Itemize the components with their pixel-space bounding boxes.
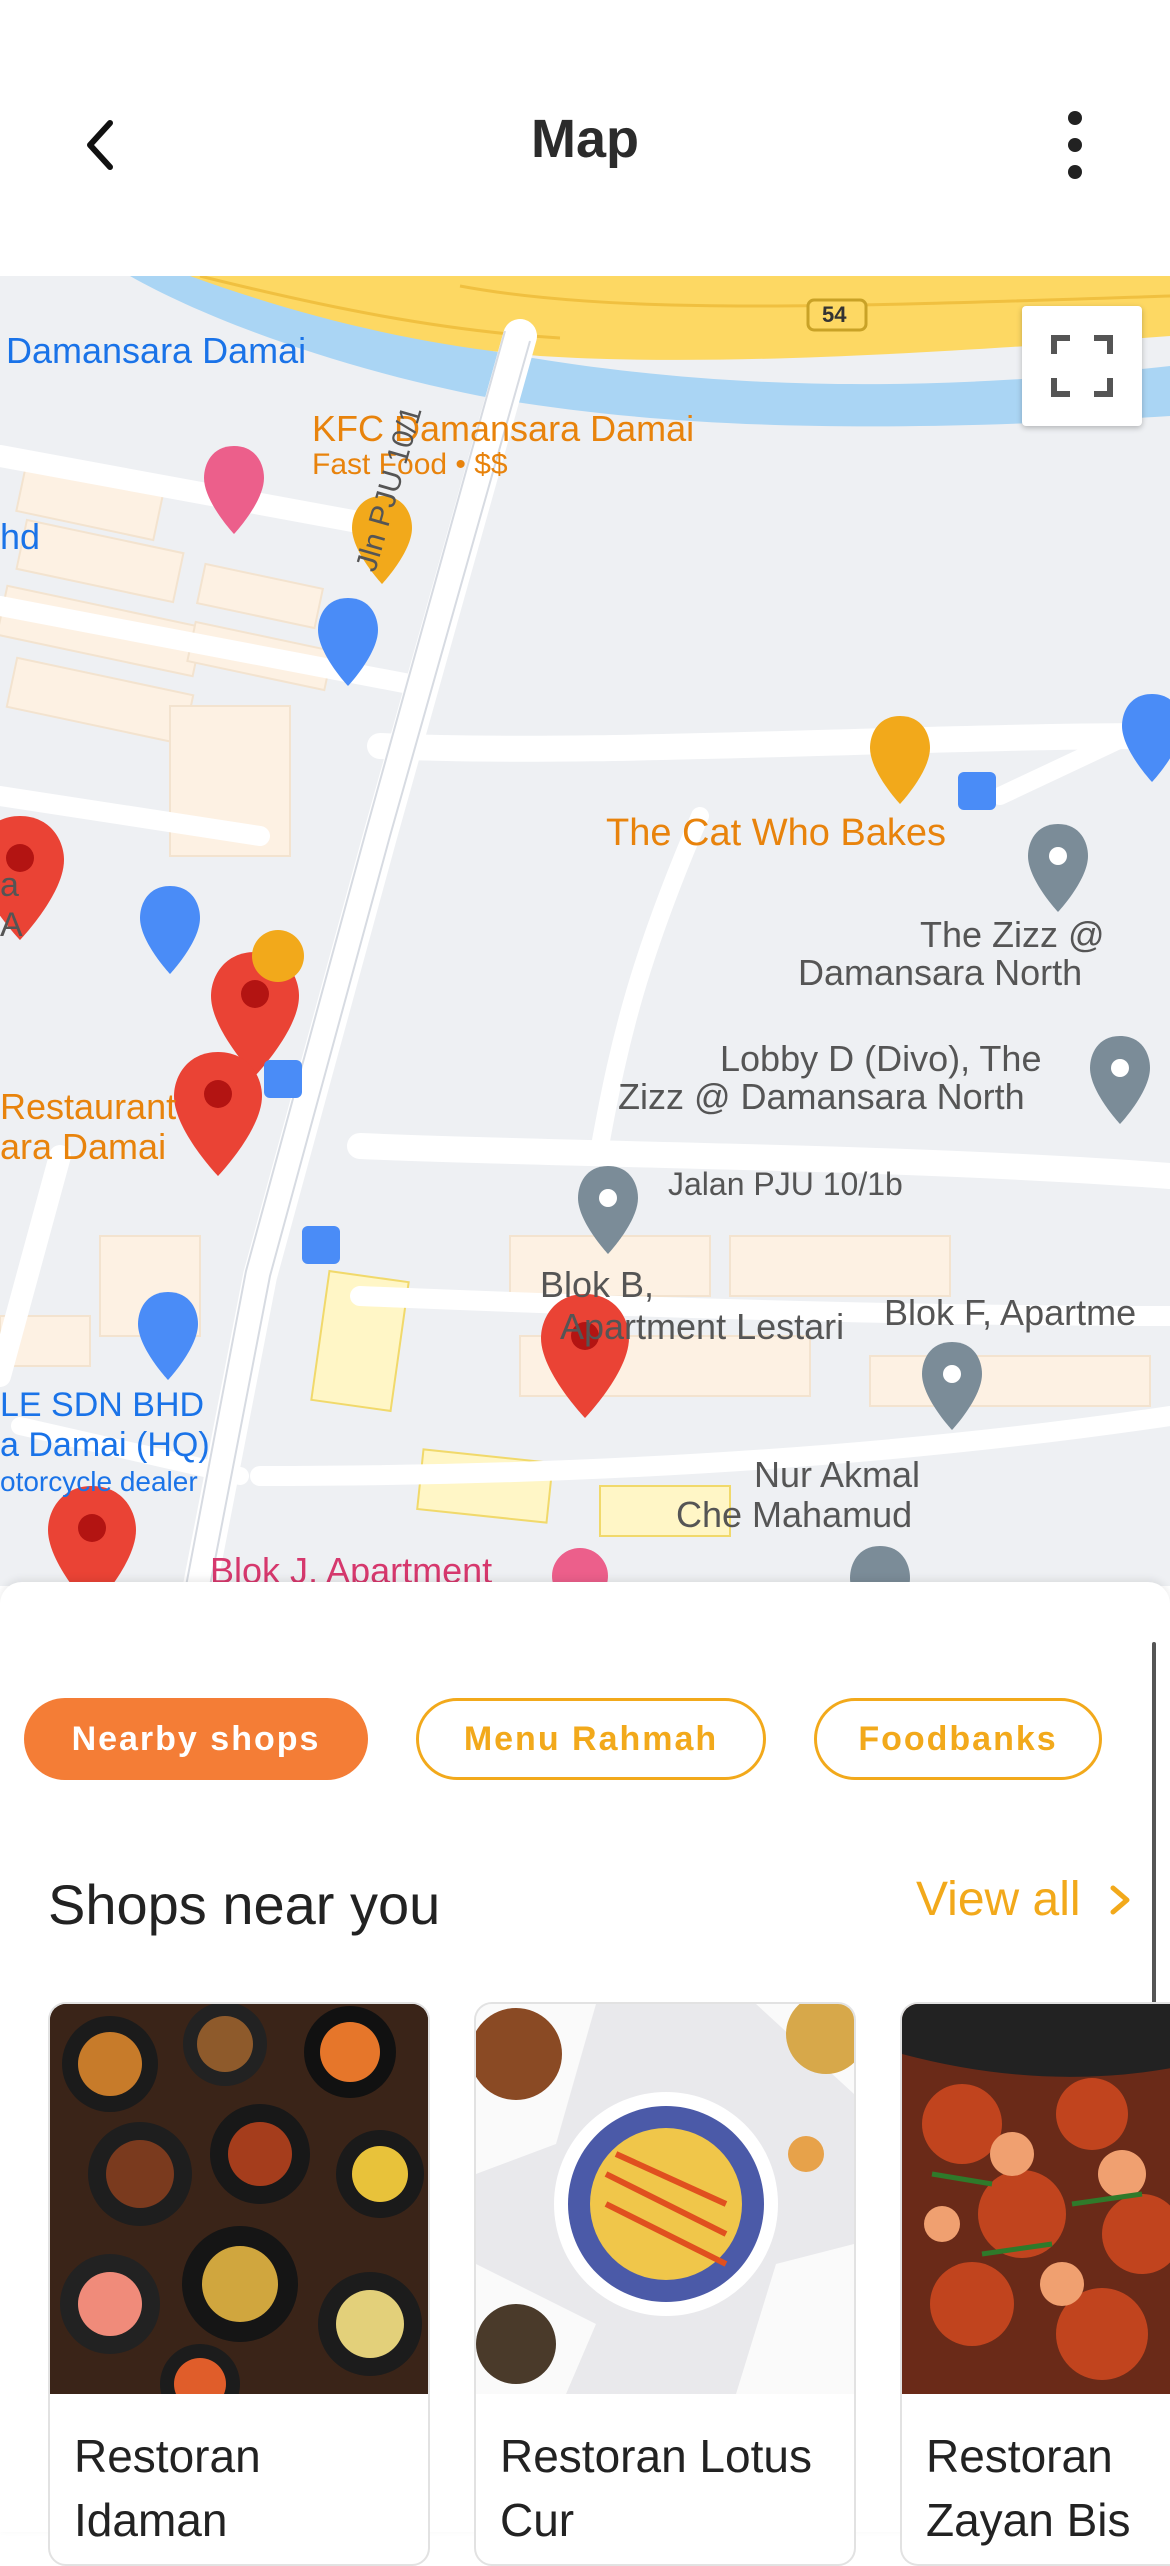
map-highway-label: 54 bbox=[822, 302, 847, 327]
map-label: LE SDN BHD bbox=[0, 1386, 205, 1424]
map-label: The Zizz @ bbox=[920, 914, 1105, 955]
map-label: otorcycle dealer bbox=[0, 1466, 198, 1497]
map-label: Blok F, Apartme bbox=[884, 1292, 1137, 1333]
map-view[interactable]: 54 Damansara Damai KFC Damansara Damai F… bbox=[0, 276, 1170, 1586]
shop-photo bbox=[50, 2004, 428, 2394]
map-label: Nur Akmal bbox=[754, 1454, 921, 1495]
map-label: a bbox=[0, 866, 19, 904]
page-title: Map bbox=[531, 109, 639, 169]
map-label: Restaurant bbox=[0, 1086, 177, 1127]
fullscreen-icon bbox=[1051, 335, 1113, 397]
map-label: Damansara North bbox=[798, 952, 1083, 993]
map-label: KFC Damansara Damai bbox=[312, 408, 695, 449]
shop-photo bbox=[476, 2004, 854, 2394]
chip-nearby-shops[interactable]: Nearby shops bbox=[24, 1698, 368, 1780]
map-label: a Damai (HQ) bbox=[0, 1426, 210, 1464]
chip-foodbanks[interactable]: Foodbanks bbox=[814, 1698, 1102, 1780]
bottom-sheet: Nearby shops Menu Rahmah Foodbanks Shops… bbox=[0, 1582, 1170, 2566]
map-road-label: Jalan PJU 10/1b bbox=[668, 1166, 903, 1202]
shop-card[interactable]: Restoran Zayan Bis bbox=[900, 2002, 1170, 2566]
more-options-button[interactable] bbox=[1040, 105, 1110, 185]
map-label: Zizz @ Damansara North bbox=[618, 1076, 1025, 1117]
shop-card[interactable]: Restoran Lotus Cur bbox=[474, 2002, 856, 2566]
map-label: Lobby D (Divo), The bbox=[720, 1038, 1042, 1079]
view-all-link[interactable]: View all bbox=[916, 1872, 1139, 1927]
map-label: Damansara Damai bbox=[6, 330, 307, 371]
shop-photo bbox=[902, 2004, 1170, 2394]
map-label: hd bbox=[0, 516, 41, 557]
shop-card[interactable]: Restoran Idaman bbox=[48, 2002, 430, 2566]
shop-name: Restoran Lotus Cur bbox=[500, 2430, 812, 2546]
map-label: Apartment Lestari bbox=[560, 1306, 845, 1347]
more-vertical-icon bbox=[1068, 111, 1082, 125]
view-all-label: View all bbox=[916, 1873, 1081, 1926]
scrollbar[interactable] bbox=[1152, 1642, 1156, 2022]
shop-name: Restoran Zayan Bis bbox=[926, 2430, 1131, 2546]
fullscreen-button[interactable] bbox=[1022, 306, 1142, 426]
section-title: Shops near you bbox=[48, 1873, 441, 1936]
app-header: Map bbox=[0, 0, 1170, 276]
chevron-right-icon bbox=[1110, 1885, 1130, 1914]
map-label: Che Mahamud bbox=[676, 1494, 913, 1535]
map-label: Blok J, Apartment bbox=[210, 1550, 493, 1586]
map-label: Blok B, bbox=[540, 1264, 655, 1305]
shop-name: Restoran Idaman bbox=[74, 2430, 261, 2546]
chip-menu-rahmah[interactable]: Menu Rahmah bbox=[416, 1698, 766, 1780]
map-label: The Cat Who Bakes bbox=[606, 812, 947, 854]
map-label: A bbox=[0, 906, 23, 944]
map-label: ara Damai bbox=[0, 1126, 167, 1167]
